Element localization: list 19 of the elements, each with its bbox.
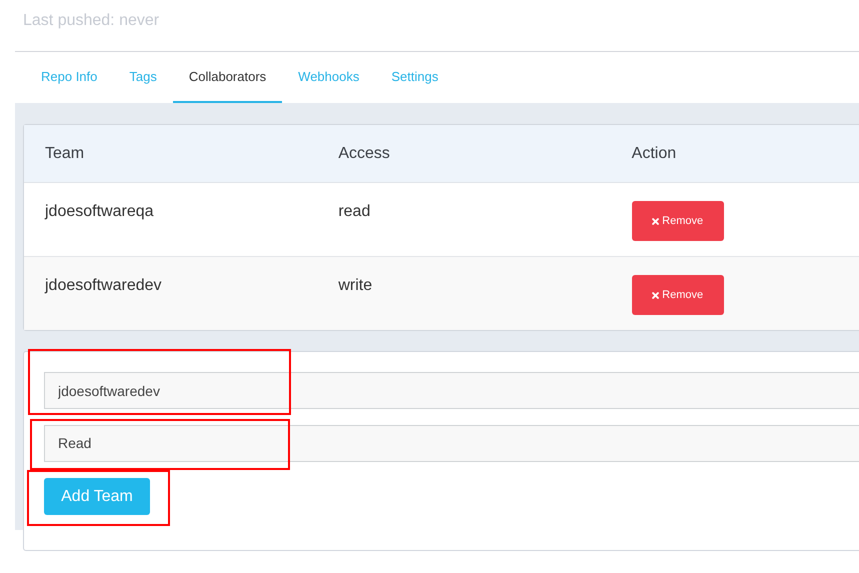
tab[interactable]: Repo Info — [25, 52, 114, 103]
column-header: Access — [337, 144, 391, 162]
table-cell-text: jdoesoftwareqa — [44, 203, 155, 221]
remove-button[interactable]: Remove — [632, 201, 724, 241]
add-team-button[interactable]: Add Team — [44, 478, 150, 515]
close-icon — [652, 218, 660, 224]
column-header: Action — [630, 144, 678, 162]
tab[interactable]: Tags — [113, 52, 173, 103]
remove-button[interactable]: Remove — [632, 275, 724, 315]
table-cell-text: read — [337, 203, 372, 221]
table-cell-text: write — [337, 277, 374, 295]
column-header: Team — [44, 144, 86, 162]
access-select[interactable]: Read — [44, 425, 859, 462]
team-field[interactable]: jdoesoftwaredev — [44, 372, 859, 409]
tab[interactable]: Webhooks — [282, 52, 376, 103]
tab[interactable]: Settings — [375, 52, 454, 103]
table-cell-text: jdoesoftwaredev — [44, 277, 163, 295]
close-icon — [652, 292, 660, 298]
last-pushed-text: Last pushed: never — [23, 12, 160, 29]
